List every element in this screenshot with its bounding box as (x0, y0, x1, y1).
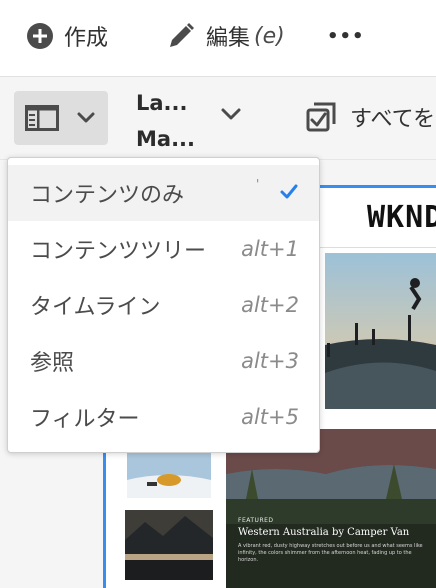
pencil-icon (170, 23, 194, 47)
menu-item-references[interactable]: 参照 alt+3 (8, 333, 319, 389)
more-icon: ••• (327, 25, 365, 47)
edit-label: 編集 (206, 26, 251, 51)
menu-item-shortcut: alt+3 (241, 349, 299, 373)
create-label: 作成 (64, 26, 109, 51)
breadcrumb-line-1: La... (136, 91, 188, 115)
camping-thumbnail (127, 450, 211, 498)
menu-item-timeline[interactable]: タイムライン alt+2 (8, 277, 319, 333)
select-all-checkbox-icon (306, 102, 336, 132)
create-button[interactable]: 作成 (26, 18, 108, 54)
rail-layout-icon (25, 105, 59, 131)
select-all-label: すべてを (350, 107, 436, 132)
edit-button[interactable]: 編集 (e) (166, 18, 285, 54)
secondary-toolbar: La... Ma... すべてを (0, 77, 436, 160)
menu-item-content-tree[interactable]: コンテンツツリー alt+1 (8, 221, 319, 277)
breadcrumb[interactable]: La... Ma... (136, 85, 195, 157)
menu-item-label: コンテンツツリー (30, 239, 207, 264)
add-circle-icon (27, 23, 53, 49)
menu-item-label: コンテンツのみ (30, 183, 185, 208)
wknd-logo: WKND (367, 200, 436, 235)
featured-tag: FEATURED (238, 517, 274, 524)
checkmark-icon (280, 184, 298, 199)
view-menu: コンテンツのみ ' コンテンツツリー alt+1 タイムライン alt+2 参照… (7, 157, 320, 453)
breadcrumb-chevron-down-icon[interactable] (220, 107, 242, 121)
mountain-thumbnail (125, 510, 213, 580)
menu-item-content-only[interactable]: コンテンツのみ ' (8, 165, 319, 221)
menu-item-shortcut: alt+2 (241, 293, 299, 317)
menu-item-shortcut: alt+5 (241, 405, 299, 429)
breadcrumb-line-2: Ma... (136, 127, 196, 151)
menu-item-label: 参照 (30, 351, 75, 376)
menu-item-filter[interactable]: フィルター alt+5 (8, 389, 319, 445)
menu-item-label: フィルター (30, 407, 140, 432)
select-all-button[interactable]: すべてを (306, 101, 435, 133)
menu-item-tick: ' (256, 177, 260, 191)
menu-item-label: タイムライン (30, 295, 161, 320)
hero-title: Western Australia by Camper Van (238, 527, 410, 538)
more-actions-button[interactable]: ••• (327, 18, 365, 54)
edit-shortcut: (e) (254, 23, 285, 49)
view-switcher-button[interactable] (14, 91, 108, 145)
header-divider (313, 247, 436, 248)
skatepark-image (325, 253, 436, 409)
hero-description: A vibrant red, dusty highway stretches o… (238, 543, 423, 563)
action-bar: 作成 編集 (e) ••• (0, 0, 436, 77)
chevron-down-icon (77, 112, 95, 123)
menu-item-shortcut: alt+1 (241, 237, 299, 261)
